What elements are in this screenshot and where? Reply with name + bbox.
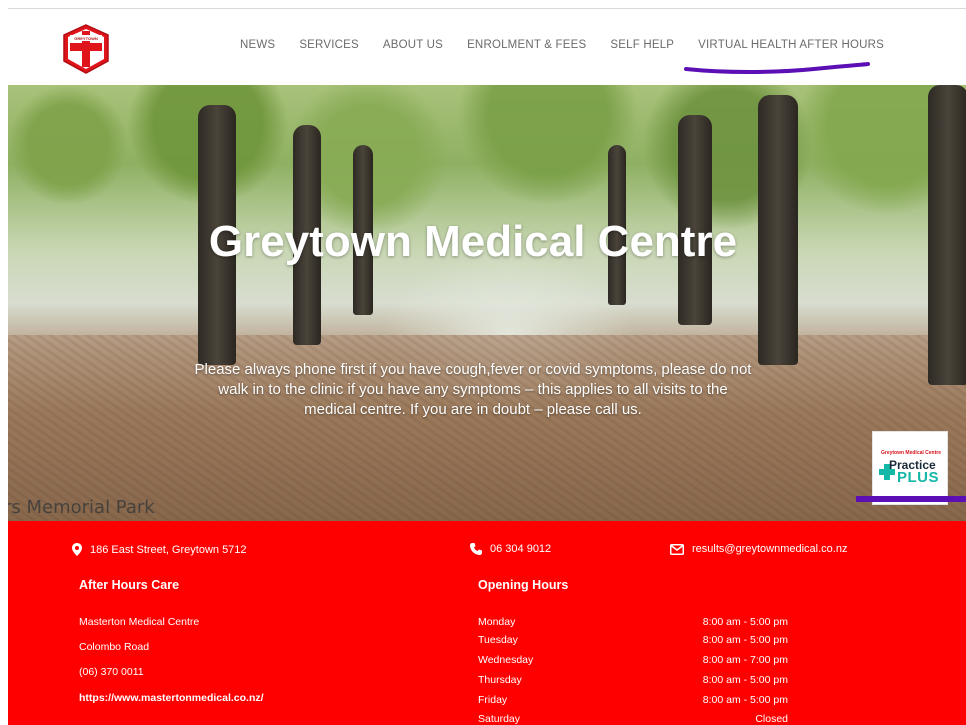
- after-hours-street: Colombo Road: [79, 641, 150, 653]
- hours-time: 8:00 am - 5:00 pm: [702, 694, 788, 706]
- hours-day: Tuesday: [478, 634, 518, 646]
- badge-caption: Greytown Medical Centre: [880, 450, 941, 456]
- nav-about-us[interactable]: ABOUT US: [371, 39, 455, 51]
- hours-row: Tuesday 8:00 am - 5:00 pm: [478, 634, 788, 654]
- address-text: 186 East Street, Greytown 5712: [90, 543, 247, 556]
- contact-address: 186 East Street, Greytown 5712: [72, 543, 247, 556]
- hours-day: Friday: [478, 694, 508, 706]
- nav-enrolment-fees[interactable]: ENROLMENT & FEES: [455, 39, 598, 51]
- hours-day: Saturday: [478, 713, 521, 725]
- page: GREYTOWN NEWS SERVICES ABOUT US ENROLMEN…: [0, 0, 966, 725]
- nav-self-help[interactable]: SELF HELP: [598, 39, 686, 51]
- after-hours-name: Masterton Medical Centre: [79, 616, 200, 628]
- hours-time: Closed: [755, 713, 788, 725]
- park-label: rs Memorial Park: [8, 497, 155, 518]
- envelope-icon: [670, 543, 684, 555]
- annotation-underline: [684, 62, 870, 74]
- logo-shield-icon: GREYTOWN: [63, 24, 109, 74]
- after-hours-link[interactable]: https://www.mastertonmedical.co.nz/: [79, 692, 264, 704]
- practice-plus-badge[interactable]: Greytown Medical Centre Practice PLUS: [872, 431, 948, 505]
- hours-time: 8:00 am - 5:00 pm: [702, 674, 788, 686]
- hours-row: Saturday Closed: [478, 713, 788, 725]
- email-text: results@greytownmedical.co.nz: [692, 543, 848, 555]
- tree-trunk: [758, 95, 798, 365]
- tree-trunk: [928, 85, 966, 385]
- info-bar: 186 East Street, Greytown 5712 06 304 90…: [8, 521, 966, 725]
- hours-row: Wednesday 8:00 am - 7:00 pm: [478, 654, 788, 674]
- hero-message: Please always phone first if you have co…: [194, 361, 752, 418]
- phone-icon: [470, 543, 482, 555]
- location-pin-icon: [72, 543, 82, 556]
- hours-time: 8:00 am - 5:00 pm: [702, 616, 788, 628]
- nav-virtual-health-after-hours[interactable]: VIRTUAL HEALTH AFTER HOURS: [686, 39, 896, 51]
- logo-text: GREYTOWN: [74, 36, 98, 41]
- contact-email[interactable]: results@greytownmedical.co.nz: [670, 543, 847, 555]
- contact-phone[interactable]: 06 304 9012: [470, 543, 551, 555]
- site-logo[interactable]: GREYTOWN: [60, 23, 112, 75]
- after-hours-phone[interactable]: (06) 370 0011: [79, 666, 144, 678]
- hours-time: 8:00 am - 5:00 pm: [702, 634, 788, 646]
- after-hours-title: After Hours Care: [79, 578, 180, 592]
- phone-text: 06 304 9012: [490, 543, 552, 555]
- hours-day: Monday: [478, 616, 516, 628]
- badge-plus: PLUS: [897, 469, 940, 486]
- hours-day: Thursday: [478, 674, 522, 686]
- site-header: GREYTOWN NEWS SERVICES ABOUT US ENROLMEN…: [0, 9, 966, 85]
- hours-day: Wednesday: [478, 654, 534, 666]
- hours-row: Monday 8:00 am - 5:00 pm: [478, 616, 788, 636]
- nav-services[interactable]: SERVICES: [287, 39, 371, 51]
- nav-news[interactable]: NEWS: [228, 39, 287, 51]
- main-nav: NEWS SERVICES ABOUT US ENROLMENT & FEES …: [228, 39, 896, 51]
- opening-hours-title: Opening Hours: [478, 578, 569, 592]
- hours-row: Friday 8:00 am - 5:00 pm: [478, 694, 788, 714]
- hours-time: 8:00 am - 7:00 pm: [702, 654, 788, 666]
- annotation-line: [856, 496, 966, 502]
- hours-row: Thursday 8:00 am - 5:00 pm: [478, 674, 788, 694]
- hero-banner: Greytown Medical Centre Please always ph…: [8, 85, 966, 521]
- hero-title: Greytown Medical Centre: [208, 217, 738, 266]
